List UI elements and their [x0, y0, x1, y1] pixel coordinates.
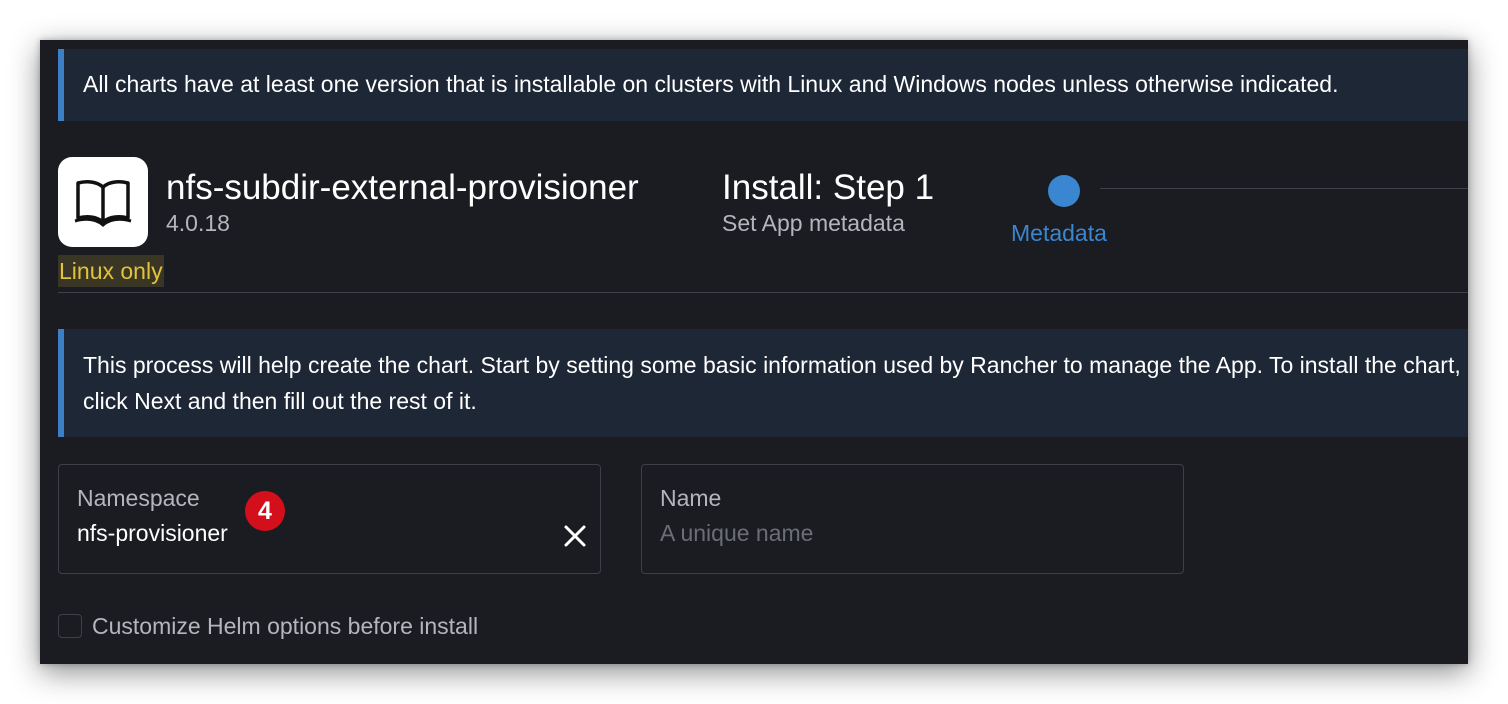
namespace-label: Namespace	[77, 485, 200, 511]
name-input[interactable]	[660, 518, 1140, 548]
info-banner-text: This process will help create the chart.…	[83, 352, 1461, 414]
customize-helm-label[interactable]: Customize Helm options before install	[92, 611, 478, 641]
install-chart-window: All charts have at least one version tha…	[40, 40, 1468, 664]
info-banner: This process will help create the chart.…	[58, 329, 1468, 437]
close-icon[interactable]	[562, 523, 588, 549]
os-badge: Linux only	[58, 255, 164, 287]
name-field[interactable]: Name	[641, 464, 1184, 574]
namespace-field[interactable]: Namespace nfs-provisioner	[58, 464, 601, 574]
step-progress-line	[1100, 188, 1468, 189]
annotation-marker: 4	[245, 491, 285, 531]
customize-helm-checkbox[interactable]	[58, 614, 82, 638]
step-indicator-dot[interactable]	[1048, 175, 1080, 207]
name-label: Name	[660, 485, 722, 511]
app-title: nfs-subdir-external-provisioner	[166, 168, 639, 207]
open-book-icon	[74, 180, 132, 227]
namespace-value[interactable]: nfs-provisioner	[77, 518, 228, 548]
compatibility-banner-text: All charts have at least one version tha…	[83, 71, 1339, 97]
install-step-subtitle: Set App metadata	[722, 210, 905, 236]
compatibility-banner: All charts have at least one version tha…	[58, 49, 1468, 121]
header-divider	[58, 292, 1468, 293]
app-version: 4.0.18	[166, 210, 230, 236]
install-step-title: Install: Step 1	[722, 168, 935, 207]
step-label-metadata[interactable]: Metadata	[1011, 218, 1107, 248]
app-logo	[58, 157, 148, 247]
customize-helm-option[interactable]: Customize Helm options before install	[58, 611, 478, 641]
